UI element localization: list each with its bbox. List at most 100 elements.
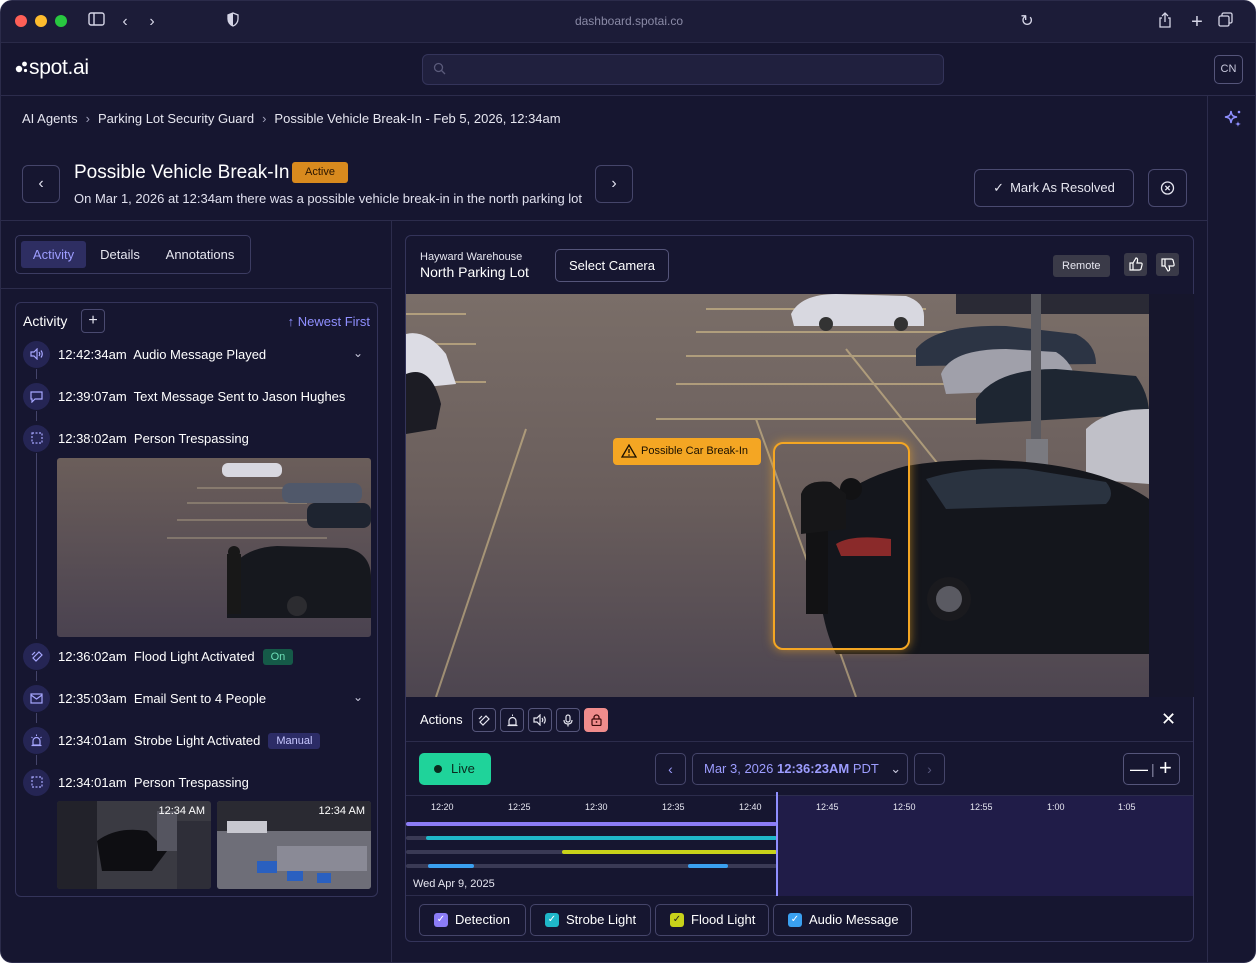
warning-icon [621, 444, 637, 458]
activity-item[interactable]: 12:34:01am Strobe Light Activated Manual [23, 727, 363, 754]
snapshot-timestamp: 12:34 AM [158, 805, 205, 817]
privacy-shield-icon[interactable] [223, 12, 243, 32]
legend-audio-message-toggle[interactable]: ✓ Audio Message [773, 904, 912, 936]
zoom-out-button[interactable]: — [1130, 754, 1148, 784]
breadcrumb-parking-lot-security-guard[interactable]: Parking Lot Security Guard [98, 111, 254, 126]
new-tab-icon[interactable]: + [1187, 12, 1207, 32]
tab-activity[interactable]: Activity [21, 241, 86, 268]
activity-item[interactable]: 12:39:07am Text Message Sent to Jason Hu… [23, 383, 363, 410]
select-camera-button[interactable]: Select Camera [555, 249, 669, 282]
detection-snapshot[interactable]: 12:34 AM [217, 801, 371, 889]
forward-icon[interactable]: › [142, 12, 162, 32]
share-icon[interactable] [1155, 12, 1175, 32]
flood-light-icon [23, 643, 50, 670]
minimize-window-button[interactable] [35, 15, 47, 27]
activity-item-text: 12:34:01am Person Trespassing [58, 775, 249, 790]
activity-item[interactable]: 12:36:02am Flood Light Activated On [23, 643, 363, 670]
microphone-icon[interactable] [556, 708, 580, 732]
snapshot-timestamp: 12:34 AM [318, 805, 365, 817]
timeline-tick: 12:40 [739, 802, 762, 812]
breadcrumb-current-incident: Possible Vehicle Break-In - Feb 5, 2026,… [274, 111, 561, 126]
activity-time: 12:39:07am [58, 389, 127, 404]
legend-label: Strobe Light [566, 912, 637, 927]
activity-item-text: 12:42:34am Audio Message Played [58, 347, 266, 362]
tab-details[interactable]: Details [90, 241, 150, 268]
activity-item[interactable]: 12:34:01am Person Trespassing [23, 769, 363, 796]
breadcrumb-separator-icon: › [262, 111, 267, 126]
timeline-connector [36, 369, 37, 379]
detection-bounding-box[interactable] [773, 442, 910, 650]
legend-flood-light-toggle[interactable]: ✓ Flood Light [655, 904, 769, 936]
reload-icon[interactable]: ↻ [1017, 12, 1037, 32]
next-incident-button[interactable]: › [595, 165, 633, 203]
ai-assistant-sparkle-icon[interactable] [1222, 108, 1244, 130]
add-activity-button[interactable]: + [81, 309, 105, 333]
sidebar-toggle-icon[interactable] [86, 12, 106, 32]
activity-item-text: 12:39:07am Text Message Sent to Jason Hu… [58, 389, 345, 404]
sort-newest-first-button[interactable]: ↑ Newest First [288, 314, 370, 329]
timeline-connector [36, 755, 37, 765]
strobe-light-icon[interactable] [500, 708, 524, 732]
breadcrumb-ai-agents[interactable]: AI Agents [22, 111, 78, 126]
search-input[interactable] [422, 54, 944, 85]
previous-incident-button[interactable]: ‹ [22, 165, 60, 203]
timeline-connector [36, 713, 37, 723]
activity-label: Text Message Sent to Jason Hughes [133, 389, 346, 404]
datetime-timezone: PDT [849, 761, 879, 776]
app-header: spot.ai CN [1, 43, 1255, 96]
tabs-overview-icon[interactable] [1215, 12, 1235, 32]
close-window-button[interactable] [15, 15, 27, 27]
legend-strobe-light-toggle[interactable]: ✓ Strobe Light [530, 904, 651, 936]
address-bar[interactable]: dashboard.spotai.co [529, 14, 729, 28]
lock-icon[interactable] [584, 708, 608, 732]
activity-item[interactable]: 12:35:03am Email Sent to 4 People ⌄ [23, 685, 363, 712]
event-timeline[interactable]: 12:20 12:25 12:30 12:35 12:40 12:45 12:5… [406, 792, 1193, 896]
user-avatar[interactable]: CN [1214, 55, 1243, 84]
timeline-tick: 12:50 [893, 802, 916, 812]
close-incident-button[interactable] [1148, 169, 1187, 207]
timeline-tick: 12:55 [970, 802, 993, 812]
checkbox-checked-icon: ✓ [788, 913, 802, 927]
camera-video-feed[interactable]: Possible Car Break-In [406, 294, 1149, 697]
detection-snapshot[interactable] [57, 458, 371, 637]
timeline-next-button[interactable]: › [914, 753, 945, 785]
thumbs-down-icon[interactable] [1156, 253, 1179, 276]
breadcrumb: AI Agents › Parking Lot Security Guard › Pos… [22, 111, 561, 126]
flood-light-icon[interactable] [472, 708, 496, 732]
legend-label: Audio Message [809, 912, 899, 927]
back-icon[interactable]: ‹ [115, 12, 135, 32]
possible-car-break-in-alert[interactable]: Possible Car Break-In [613, 438, 761, 465]
audio-message-track [688, 864, 728, 868]
speaker-icon[interactable] [528, 708, 552, 732]
spot-ai-logo[interactable]: spot.ai [15, 56, 89, 80]
detection-snapshot[interactable]: 12:34 AM [57, 801, 211, 889]
zoom-in-button[interactable]: + [1159, 753, 1172, 783]
timeline-connector [36, 453, 37, 639]
activity-time: 12:36:02am [58, 649, 127, 664]
camera-name: North Parking Lot [420, 264, 529, 280]
close-actions-icon[interactable]: ✕ [1161, 709, 1176, 730]
live-button[interactable]: Live [419, 753, 491, 785]
activity-item[interactable]: 12:42:34am Audio Message Played ⌄ [23, 341, 363, 368]
mark-as-resolved-button[interactable]: ✓ Mark As Resolved [974, 169, 1134, 207]
activity-time: 12:34:01am [58, 775, 127, 790]
datetime-time: 12:36:23AM [777, 761, 850, 776]
camera-site-name: Hayward Warehouse [420, 251, 523, 263]
activity-item[interactable]: 12:38:02am Person Trespassing [23, 425, 363, 452]
tab-annotations[interactable]: Annotations [154, 241, 246, 268]
email-icon [23, 685, 50, 712]
tabs-divider [1, 288, 391, 289]
thumbs-up-icon[interactable] [1124, 253, 1147, 276]
zoom-window-button[interactable] [55, 15, 67, 27]
detection-track [406, 822, 777, 826]
speaker-icon [23, 341, 50, 368]
chevron-down-icon[interactable]: ⌄ [353, 346, 363, 360]
logo-text: spot.ai [29, 56, 89, 79]
timeline-previous-button[interactable]: ‹ [655, 753, 686, 785]
playhead-cursor[interactable] [776, 792, 778, 896]
datetime-picker[interactable]: Mar 3, 2026 12:36:23AM PDT ⌄ [692, 753, 908, 785]
checkbox-checked-icon: ✓ [670, 913, 684, 927]
legend-detection-toggle[interactable]: ✓ Detection [419, 904, 526, 936]
strobe-light-track [426, 836, 777, 840]
chevron-down-icon[interactable]: ⌄ [353, 690, 363, 704]
